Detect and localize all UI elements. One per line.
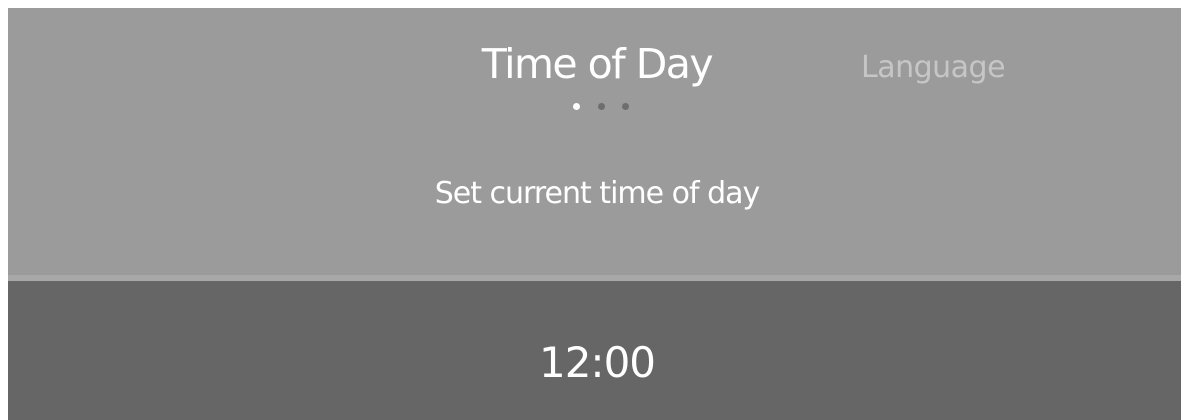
instruction-text: Set current time of day [434,176,761,211]
time-value[interactable]: 12:00 [539,338,656,388]
page-indicator-dot-3 [622,102,629,110]
page-indicator [573,102,629,110]
page-indicator-dot-2 [597,102,605,110]
setup-screen: Time of Day Language Set current time of… [8,8,1181,420]
tab-time-of-day[interactable]: Time of Day [482,40,714,88]
setup-header: Time of Day Language Set current time of… [8,8,1181,280]
tab-language[interactable]: Language [861,50,1006,86]
page-indicator-dot-1 [573,102,580,110]
